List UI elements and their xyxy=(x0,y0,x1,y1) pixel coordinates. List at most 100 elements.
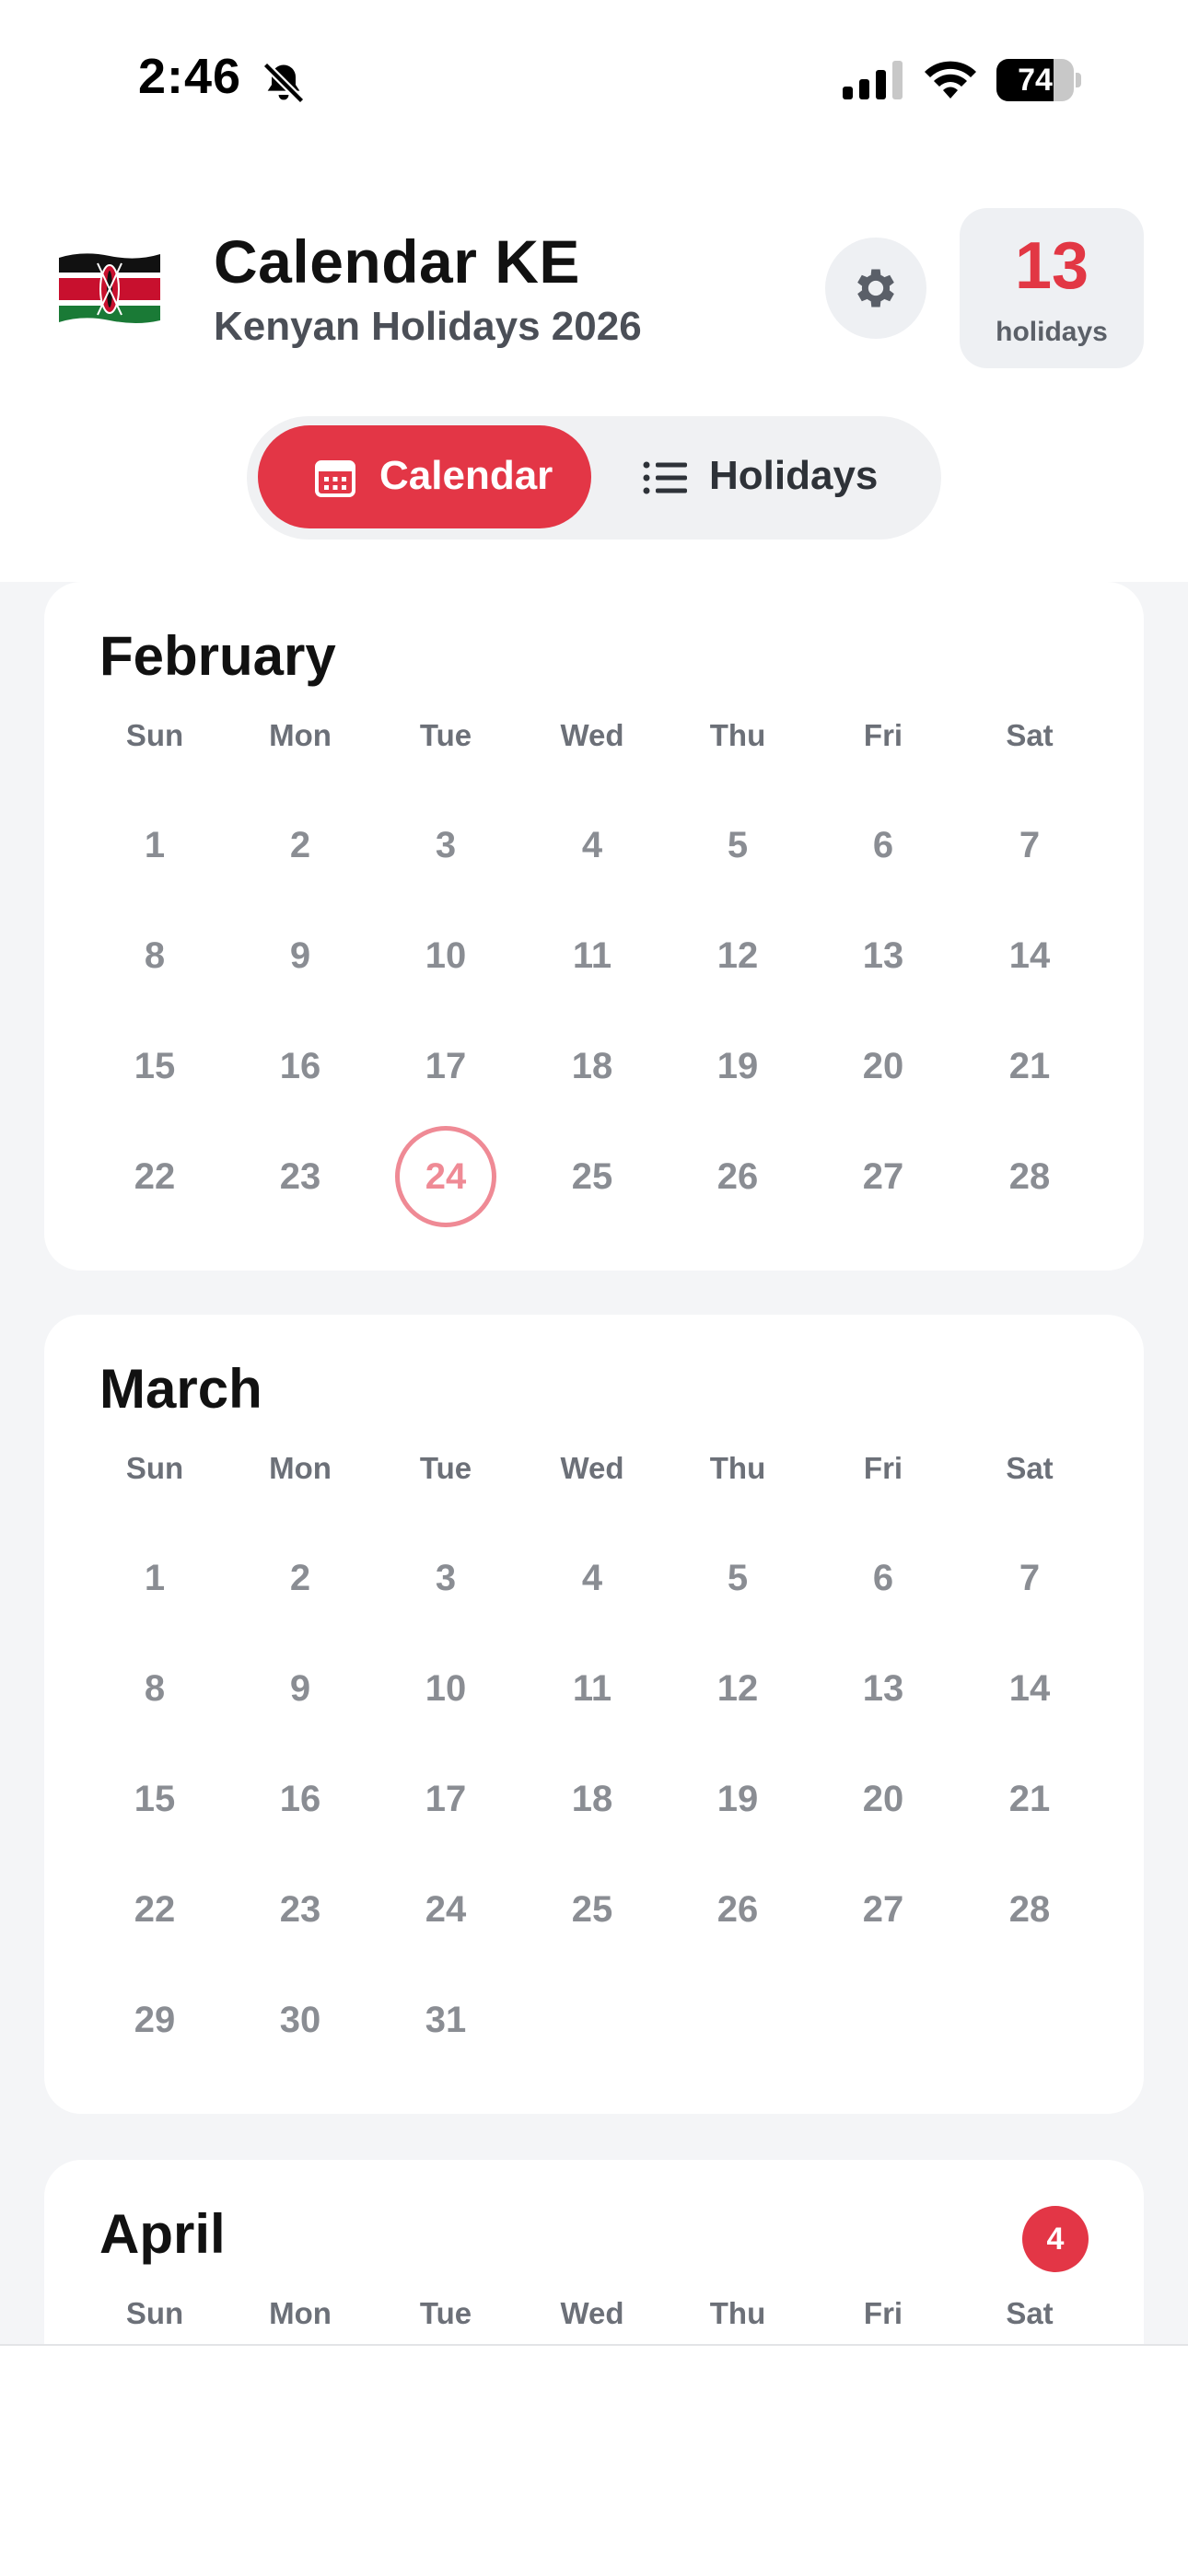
day-cell[interactable]: 9 xyxy=(250,905,351,1006)
day-cell[interactable]: 4 xyxy=(542,795,643,896)
weekday-sat: Sat xyxy=(1006,718,1054,752)
day-cell[interactable]: 3 xyxy=(395,795,496,896)
day-cell[interactable]: 14 xyxy=(979,905,1080,1006)
day-cell[interactable]: 22 xyxy=(104,1126,205,1227)
weekday-mon: Mon xyxy=(269,1451,332,1485)
day-cell[interactable]: 15 xyxy=(104,1748,205,1850)
day-cell[interactable]: 6 xyxy=(833,795,934,896)
day-cell[interactable]: 13 xyxy=(833,905,934,1006)
bell-slash-icon xyxy=(262,62,305,104)
day-cell[interactable]: 26 xyxy=(687,1859,788,1960)
day-cell[interactable]: 5 xyxy=(687,795,788,896)
day-cell[interactable]: 31 xyxy=(395,1969,496,2071)
weekday-mon: Mon xyxy=(269,2296,332,2330)
day-cell[interactable]: 25 xyxy=(542,1859,643,1960)
day-cell[interactable]: 29 xyxy=(104,1969,205,2071)
holiday-count-badge: 4 xyxy=(1022,2206,1089,2272)
weekday-tue: Tue xyxy=(419,2296,472,2330)
day-cell[interactable]: 17 xyxy=(395,1015,496,1117)
day-cell[interactable]: 12 xyxy=(687,1638,788,1739)
month-title: February xyxy=(99,625,336,687)
bottom-safe-area xyxy=(0,2344,1188,2576)
day-cell[interactable]: 10 xyxy=(395,905,496,1006)
tab-holidays-label: Holidays xyxy=(709,453,879,498)
day-cell[interactable]: 18 xyxy=(542,1748,643,1850)
weekday-sun: Sun xyxy=(125,2296,184,2330)
kenya-flag-icon xyxy=(59,253,160,323)
tab-calendar-label: Calendar xyxy=(379,453,553,498)
view-toggle: Calendar Holidays xyxy=(247,416,941,540)
month-title: March xyxy=(99,1358,262,1420)
day-cell[interactable]: 26 xyxy=(687,1126,788,1227)
day-cell[interactable]: 14 xyxy=(979,1638,1080,1739)
day-cell[interactable]: 19 xyxy=(687,1015,788,1117)
list-icon xyxy=(643,461,687,494)
day-cell[interactable]: 21 xyxy=(979,1015,1080,1117)
day-cell[interactable]: 1 xyxy=(104,795,205,896)
weekday-sat: Sat xyxy=(1006,2296,1054,2330)
status-bar: 2:46 74 xyxy=(0,0,1188,157)
day-cell[interactable]: 10 xyxy=(395,1638,496,1739)
day-cell[interactable]: 11 xyxy=(542,905,643,1006)
weekday-tue: Tue xyxy=(419,1451,472,1485)
app-subtitle: Kenyan Holidays 2026 xyxy=(214,304,642,349)
weekday-sat: Sat xyxy=(1006,1451,1054,1485)
weekday-fri: Fri xyxy=(863,1451,903,1485)
weekday-wed: Wed xyxy=(560,718,624,752)
day-cell[interactable]: 16 xyxy=(250,1015,351,1117)
day-cell[interactable]: 18 xyxy=(542,1015,643,1117)
weekday-thu: Thu xyxy=(709,718,766,752)
holiday-count-card[interactable]: 13 holidays xyxy=(960,208,1144,368)
day-cell[interactable]: 23 xyxy=(250,1859,351,1960)
day-cell[interactable]: 2 xyxy=(250,1527,351,1629)
app-title: Calendar KE xyxy=(214,227,580,296)
day-cell[interactable]: 12 xyxy=(687,905,788,1006)
weekday-thu: Thu xyxy=(709,2296,766,2330)
weekday-row: Sun Mon Tue Wed Thu Fri Sat xyxy=(53,2296,1135,2342)
day-cell[interactable]: 9 xyxy=(250,1638,351,1739)
tab-holidays[interactable]: Holidays xyxy=(602,425,930,528)
day-cell[interactable]: 30 xyxy=(250,1969,351,2071)
month-card-march: March Sun Mon Tue Wed Thu Fri Sat 1 2 3 4 5 6 7 8 9 10 1… xyxy=(44,1315,1144,2114)
day-cell[interactable]: 1 xyxy=(104,1527,205,1629)
day-cell[interactable]: 17 xyxy=(395,1748,496,1850)
day-cell[interactable]: 11 xyxy=(542,1638,643,1739)
calendar-icon xyxy=(315,460,355,497)
day-cell[interactable]: 19 xyxy=(687,1748,788,1850)
battery-cap xyxy=(1076,73,1081,87)
settings-button[interactable] xyxy=(825,238,926,339)
day-cell[interactable]: 21 xyxy=(979,1748,1080,1850)
weekday-fri: Fri xyxy=(863,718,903,752)
month-card-february: February Sun Mon Tue Wed Thu Fri Sat 123456789… xyxy=(44,582,1144,1271)
day-cell[interactable]: 8 xyxy=(104,1638,205,1739)
day-cell[interactable]: 15 xyxy=(104,1015,205,1117)
day-cell[interactable]: 24 xyxy=(395,1859,496,1960)
day-cell[interactable]: 7 xyxy=(979,795,1080,896)
day-cell[interactable]: 23 xyxy=(250,1126,351,1227)
day-cell[interactable]: 5 xyxy=(687,1527,788,1629)
day-cell-today[interactable]: 24 xyxy=(395,1126,496,1227)
day-cell[interactable]: 13 xyxy=(833,1638,934,1739)
day-cell[interactable]: 28 xyxy=(979,1126,1080,1227)
weekday-row: Sun Mon Tue Wed Thu Fri Sat xyxy=(53,1451,1135,1497)
day-cell[interactable]: 20 xyxy=(833,1748,934,1850)
day-cell[interactable]: 22 xyxy=(104,1859,205,1960)
tab-calendar[interactable]: Calendar xyxy=(258,425,591,528)
day-cell[interactable]: 8 xyxy=(104,905,205,1006)
day-cell[interactable]: 6 xyxy=(833,1527,934,1629)
day-cell[interactable]: 7 xyxy=(979,1527,1080,1629)
day-cell[interactable]: 25 xyxy=(542,1126,643,1227)
day-cell[interactable]: 2 xyxy=(250,795,351,896)
battery-body: 74 xyxy=(996,59,1074,101)
day-cell[interactable]: 27 xyxy=(833,1126,934,1227)
day-cell[interactable]: 27 xyxy=(833,1859,934,1960)
day-cell[interactable]: 4 xyxy=(542,1527,643,1629)
day-cell[interactable]: 16 xyxy=(250,1748,351,1850)
holiday-count: 13 xyxy=(1014,229,1089,303)
weekday-fri: Fri xyxy=(863,2296,903,2330)
holiday-count-label: holidays xyxy=(996,317,1108,347)
day-cell[interactable]: 28 xyxy=(979,1859,1080,1960)
day-cell[interactable]: 20 xyxy=(833,1015,934,1117)
day-cell[interactable]: 3 xyxy=(395,1527,496,1629)
weekday-tue: Tue xyxy=(419,718,472,752)
